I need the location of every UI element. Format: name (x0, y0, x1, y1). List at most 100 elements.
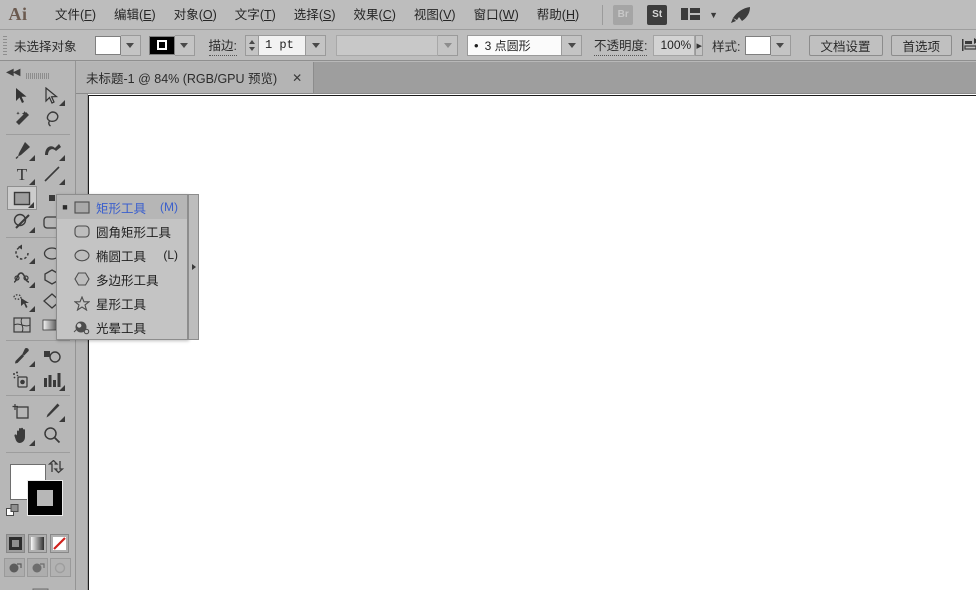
mesh-tool[interactable] (7, 313, 37, 337)
workspace-switcher-icon[interactable] (681, 7, 701, 22)
brush-profile-control[interactable]: • 3 点圆形 (467, 34, 582, 56)
tools-panel-grip[interactable] (0, 73, 75, 79)
flyout-triangle-icon (29, 282, 35, 288)
stroke-weight-chevron-down-icon[interactable] (306, 34, 326, 56)
menu-help-mnemonic: H (565, 7, 575, 22)
flyout-item-shortcut: (L) (163, 248, 178, 262)
tool-divider-3 (6, 340, 70, 341)
brush-definition-control[interactable] (336, 34, 458, 56)
opacity-label[interactable]: 不透明度: (594, 35, 648, 56)
menu-type[interactable]: 文字(T) (226, 3, 285, 27)
control-bar-grip[interactable] (3, 34, 7, 56)
menu-help[interactable]: 帮助(H) (528, 3, 588, 27)
brush-profile-value[interactable]: • 3 点圆形 (467, 34, 562, 56)
menu-file-mnemonic: F (84, 7, 92, 22)
stroke-weight-control[interactable]: 1 pt (245, 34, 326, 56)
flyout-tear-off-handle[interactable] (188, 194, 199, 340)
lasso-tool[interactable] (37, 107, 67, 131)
bridge-icon[interactable]: Br (613, 4, 634, 25)
document-tab-close-icon[interactable]: ✕ (291, 71, 303, 85)
menu-file[interactable]: 文件(F) (46, 3, 105, 27)
flyout-item-polygon-tool[interactable]: 多边形工具 (57, 267, 187, 291)
brush-profile-label: 3 点圆形 (484, 38, 531, 53)
type-tool[interactable]: T (7, 162, 37, 186)
opacity-input[interactable]: 100% (653, 34, 696, 56)
canvas-area[interactable]: 河南龙网 (76, 94, 976, 590)
graphic-style-swatch[interactable] (744, 35, 771, 55)
align-objects-control[interactable]: ▼ (962, 37, 976, 53)
stroke-weight-label[interactable]: 描边: (208, 35, 237, 56)
menu-window-label: 窗口 (473, 7, 499, 22)
artboard-tool[interactable] (7, 399, 37, 423)
stroke-color-swatch[interactable] (27, 480, 63, 516)
flyout-item-ellipse-tool[interactable]: 椭圆工具 (L) (57, 243, 187, 267)
hand-tool[interactable] (7, 423, 37, 447)
magic-wand-tool[interactable] (7, 107, 37, 131)
flyout-item-flare-tool[interactable]: 光晕工具 (57, 315, 187, 339)
svg-text:T: T (17, 165, 28, 183)
none-button[interactable] (50, 534, 69, 553)
curvature-tool[interactable] (37, 138, 67, 162)
stroke-swatch[interactable] (148, 35, 175, 55)
flyout-item-star-tool[interactable]: 星形工具 (57, 291, 187, 315)
gradient-button[interactable] (28, 534, 47, 553)
pen-tool[interactable] (7, 138, 37, 162)
selection-tool[interactable] (7, 83, 37, 107)
opacity-expand-arrow-icon[interactable]: ▸ (695, 34, 704, 56)
zoom-tool[interactable] (37, 423, 67, 447)
stroke-color-control[interactable] (148, 34, 195, 56)
shaper-tool[interactable] (7, 210, 37, 234)
shape-builder-tool[interactable] (7, 289, 37, 313)
tool-divider-5 (6, 452, 70, 453)
flyout-triangle-icon (29, 258, 35, 264)
eyedropper-tool[interactable] (7, 344, 37, 368)
stroke-weight-stepper[interactable] (245, 34, 258, 56)
stroke-dropdown-chevron-down-icon[interactable] (174, 34, 195, 56)
blend-tool[interactable] (37, 344, 67, 368)
line-segment-tool[interactable] (37, 162, 67, 186)
tear-off-triangle-icon (191, 264, 196, 270)
brush-definition-chevron-down-icon[interactable] (438, 34, 458, 56)
shape-tools-flyout: ■ 矩形工具 (M) 圆角矩形工具 椭圆工具 (L) 多边形工具 星形工具 光晕… (56, 194, 188, 340)
draw-behind-button[interactable] (27, 558, 48, 577)
stock-icon[interactable]: St (647, 4, 668, 25)
graphic-style-chevron-down-icon[interactable] (770, 34, 791, 56)
fill-color-control[interactable] (94, 34, 141, 56)
default-fill-stroke-icon[interactable] (6, 504, 20, 521)
fill-swatch[interactable] (94, 35, 121, 55)
workspace-chevron-down-icon[interactable]: ▼ (709, 10, 718, 20)
preferences-button[interactable]: 首选项 (890, 34, 953, 56)
column-graph-tool[interactable] (37, 368, 67, 392)
direct-selection-tool[interactable] (37, 83, 67, 107)
artboard[interactable] (88, 95, 976, 590)
swap-fill-stroke-icon[interactable] (47, 459, 65, 477)
color-button[interactable] (6, 534, 25, 553)
graphic-style-control[interactable] (744, 34, 791, 56)
tools-panel-header[interactable]: ◀◀ (0, 61, 75, 83)
menu-window[interactable]: 窗口(W) (465, 3, 528, 27)
document-tab-title: 未标题-1 @ 84% (RGB/GPU 预览) (86, 72, 278, 86)
fill-dropdown-chevron-down-icon[interactable] (120, 34, 141, 56)
menu-object[interactable]: 对象(O) (165, 3, 226, 27)
rotate-tool[interactable] (7, 241, 37, 265)
flyout-item-rectangle-tool[interactable]: ■ 矩形工具 (M) (57, 195, 187, 219)
selection-status-label: 未选择对象 (14, 39, 77, 54)
menu-edit[interactable]: 编辑(E) (105, 3, 165, 27)
draw-normal-button[interactable] (4, 558, 25, 577)
menu-select[interactable]: 选择(S) (285, 3, 345, 27)
slice-tool[interactable] (37, 399, 67, 423)
brush-profile-chevron-down-icon[interactable] (562, 34, 582, 56)
rocket-icon[interactable] (730, 6, 752, 24)
symbol-sprayer-tool[interactable] (7, 368, 37, 392)
flyout-triangle-icon (59, 179, 65, 185)
width-tool[interactable] (7, 265, 37, 289)
brush-definition-value[interactable] (336, 34, 438, 56)
document-setup-button[interactable]: 文档设置 (808, 34, 883, 56)
draw-inside-button[interactable] (50, 558, 71, 577)
menu-effect[interactable]: 效果(C) (345, 3, 405, 27)
flyout-item-rounded-rectangle-tool[interactable]: 圆角矩形工具 (57, 219, 187, 243)
rectangle-tool[interactable] (7, 186, 37, 210)
stroke-weight-input[interactable]: 1 pt (258, 34, 306, 56)
menu-view[interactable]: 视图(V) (405, 3, 465, 27)
document-tab[interactable]: 未标题-1 @ 84% (RGB/GPU 预览) ✕ (76, 62, 315, 93)
